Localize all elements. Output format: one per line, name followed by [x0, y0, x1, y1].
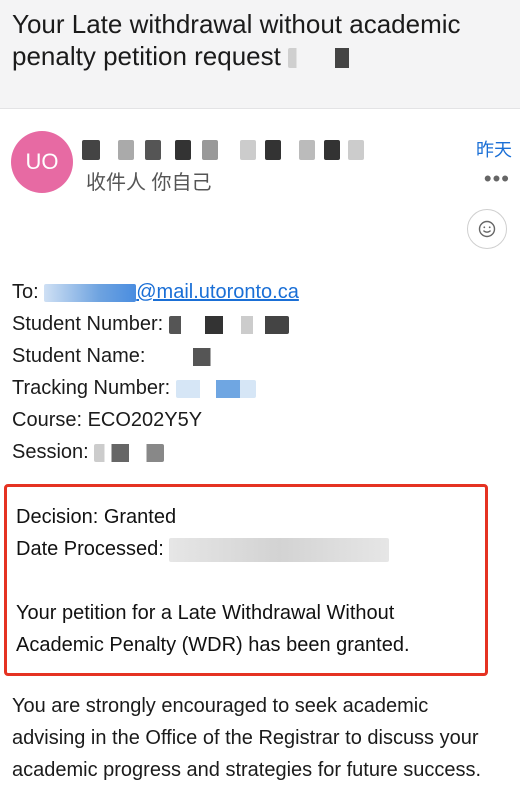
message-header: UO 收件人 你自己 昨天 •••: [0, 108, 520, 268]
emoji-smile-icon: [478, 220, 496, 238]
redacted-tracking-number: [175, 379, 256, 398]
more-horizontal-icon[interactable]: •••: [484, 166, 510, 192]
subject-bar: Your Late withdrawal without academic pe…: [0, 0, 520, 109]
email-subject: Your Late withdrawal without academic pe…: [12, 8, 502, 72]
date-processed-label: Date Processed:: [16, 538, 164, 560]
email-body: To: @mail.utoronto.ca Student Number: St…: [12, 276, 512, 468]
tracking-number-line: Tracking Number:: [12, 372, 512, 404]
email-address-link[interactable]: @mail.utoronto.ca: [136, 281, 299, 303]
date-processed-line: Date Processed:: [16, 533, 486, 565]
tracking-number-label: Tracking Number:: [12, 377, 171, 399]
student-name-label: Student Name:: [12, 345, 146, 367]
advising-paragraph: You are strongly encouraged to seek acad…: [12, 695, 482, 781]
redacted-sender-name[interactable]: [82, 140, 412, 164]
recipient-label[interactable]: 收件人 你自己: [86, 166, 212, 195]
student-name-line: Student Name:: [12, 340, 512, 372]
emoji-react-button[interactable]: [467, 209, 507, 249]
student-number-label: Student Number:: [12, 313, 164, 335]
redacted-session: [94, 443, 165, 462]
student-number-line: Student Number:: [12, 308, 512, 340]
redacted-student-number: [168, 315, 289, 334]
session-label: Session:: [12, 441, 89, 463]
decision-content: Decision: Granted Date Processed: Your p…: [16, 501, 486, 661]
session-line: Session:: [12, 436, 512, 468]
redacted-processed-date: [169, 537, 390, 562]
decision-highlight-box: Decision: Granted Date Processed: Your p…: [4, 484, 488, 676]
redacted-email-user: [44, 283, 137, 302]
redacted-subject-suffix: [288, 48, 361, 69]
to-label: To:: [12, 281, 39, 303]
decision-line: Decision: Granted: [16, 506, 177, 528]
course-line: Course: ECO202Y5Y: [12, 409, 203, 431]
to-line: To: @mail.utoronto.ca: [12, 276, 512, 308]
redacted-student-name: [150, 347, 221, 366]
sender-avatar[interactable]: UO: [11, 131, 73, 193]
received-date[interactable]: 昨天: [476, 136, 512, 162]
subject-text: Your Late withdrawal without academic pe…: [12, 9, 461, 71]
petition-result-message: Your petition for a Late Withdrawal With…: [16, 602, 410, 656]
